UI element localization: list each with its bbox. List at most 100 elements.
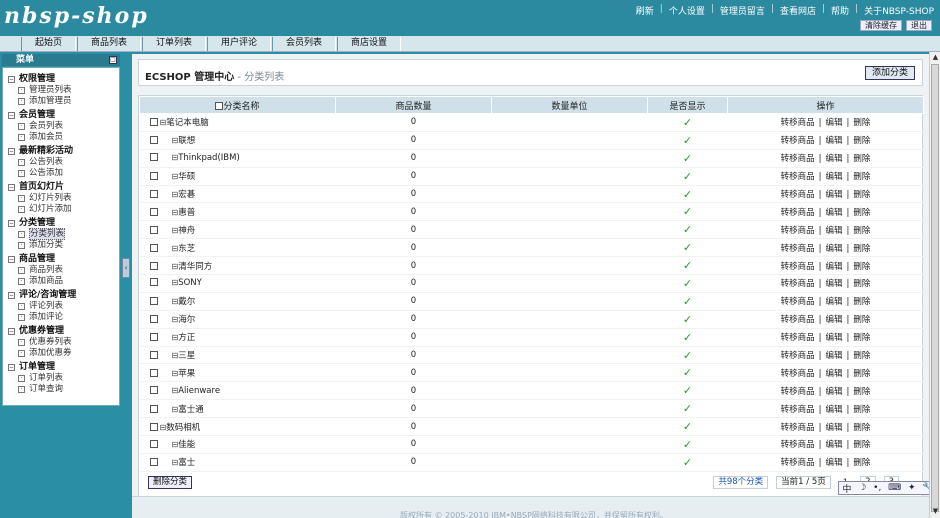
sidebar-group-title[interactable]: − 商品管理 <box>8 253 119 265</box>
row-checkbox[interactable] <box>149 422 158 431</box>
sidebar-group-title[interactable]: − 会员管理 <box>8 109 119 121</box>
sidebar-item[interactable]: · 订单查询 <box>8 384 119 395</box>
collapse-icon[interactable]: − <box>8 112 15 119</box>
edit-link[interactable]: 编辑 <box>825 351 842 361</box>
sidebar-item[interactable]: · 会员列表 <box>8 121 119 132</box>
move-goods-link[interactable]: 转移商品 <box>781 423 815 433</box>
collapse-icon[interactable]: − <box>8 328 15 335</box>
logout-button[interactable]: 退出 <box>906 20 932 31</box>
check-icon[interactable]: ✓ <box>683 331 692 344</box>
move-goods-link[interactable]: 转移商品 <box>781 297 815 307</box>
move-goods-link[interactable]: 转移商品 <box>781 190 815 200</box>
row-checkbox[interactable] <box>149 225 158 234</box>
row-checkbox[interactable] <box>149 118 158 127</box>
row-checkbox[interactable] <box>149 278 158 287</box>
delete-link[interactable]: 删除 <box>853 297 870 307</box>
move-goods-link[interactable]: 转移商品 <box>781 333 815 343</box>
move-goods-link[interactable]: 转移商品 <box>781 405 815 415</box>
sidebar-group-title[interactable]: − 首页幻灯片 <box>8 181 119 193</box>
sidebar-group-title[interactable]: − 订单管理 <box>8 361 119 373</box>
collapse-icon[interactable]: − <box>8 292 15 299</box>
edit-link[interactable]: 编辑 <box>825 387 842 397</box>
scroll-thumb[interactable] <box>931 64 939 512</box>
row-checkbox[interactable] <box>149 243 158 252</box>
personal-settings-link[interactable]: 个人设置 <box>669 4 705 17</box>
tab-start-page[interactable]: 起始页 <box>21 37 76 51</box>
check-icon[interactable]: ✓ <box>683 384 692 397</box>
about-link[interactable]: 关于NBSP-SHOP <box>864 4 934 17</box>
sidebar-collapse-handle[interactable]: ‹ <box>122 258 130 278</box>
tab-user-comments[interactable]: 用户评论 <box>207 37 271 51</box>
check-icon[interactable]: ✓ <box>683 420 692 433</box>
sidebar-item[interactable]: · 评论列表 <box>8 301 119 312</box>
sidebar-item[interactable]: · 添加分类 <box>8 240 119 251</box>
ime-moon-icon[interactable]: ☽ <box>858 483 866 493</box>
check-icon[interactable]: ✓ <box>683 205 692 218</box>
edit-link[interactable]: 编辑 <box>825 244 842 254</box>
check-icon[interactable]: ✓ <box>683 116 692 129</box>
delete-link[interactable]: 删除 <box>853 405 870 415</box>
move-goods-link[interactable]: 转移商品 <box>781 118 815 128</box>
sidebar-group-title[interactable]: − 权限管理 <box>8 73 119 85</box>
move-goods-link[interactable]: 转移商品 <box>781 458 815 468</box>
sidebar-item[interactable]: · 商品列表 <box>8 265 119 276</box>
edit-link[interactable]: 编辑 <box>825 154 842 164</box>
edit-link[interactable]: 编辑 <box>825 279 842 289</box>
row-checkbox[interactable] <box>149 458 158 467</box>
check-icon[interactable]: ✓ <box>683 223 692 236</box>
move-goods-link[interactable]: 转移商品 <box>781 262 815 272</box>
check-icon[interactable]: ✓ <box>683 134 692 147</box>
tab-goods-list[interactable]: 商品列表 <box>77 37 141 51</box>
ime-mode-icon[interactable]: 中 <box>842 482 851 495</box>
delete-link[interactable]: 删除 <box>853 351 870 361</box>
edit-link[interactable]: 编辑 <box>825 262 842 272</box>
check-icon[interactable]: ✓ <box>683 188 692 201</box>
edit-link[interactable]: 编辑 <box>825 440 842 450</box>
move-goods-link[interactable]: 转移商品 <box>781 172 815 182</box>
move-goods-link[interactable]: 转移商品 <box>781 154 815 164</box>
move-goods-link[interactable]: 转移商品 <box>781 279 815 289</box>
delete-link[interactable]: 删除 <box>853 333 870 343</box>
check-icon[interactable]: ✓ <box>683 152 692 165</box>
check-icon[interactable]: ✓ <box>683 366 692 379</box>
delete-link[interactable]: 删除 <box>853 440 870 450</box>
check-icon[interactable]: ✓ <box>683 170 692 183</box>
delete-link[interactable]: 删除 <box>853 136 870 146</box>
sidebar-group-title[interactable]: − 最新精彩活动 <box>8 145 119 157</box>
refresh-link[interactable]: 刷新 <box>636 4 654 17</box>
collapse-icon[interactable]: − <box>8 364 15 371</box>
check-icon[interactable]: ✓ <box>683 402 692 415</box>
row-checkbox[interactable] <box>149 333 158 342</box>
edit-link[interactable]: 编辑 <box>825 458 842 468</box>
sidebar-item[interactable]: · 幻灯片列表 <box>8 193 119 204</box>
row-checkbox[interactable] <box>149 297 158 306</box>
collapse-icon[interactable]: − <box>8 220 15 227</box>
row-checkbox[interactable] <box>149 315 158 324</box>
row-checkbox[interactable] <box>149 351 158 360</box>
move-goods-link[interactable]: 转移商品 <box>781 226 815 236</box>
row-checkbox[interactable] <box>149 153 158 162</box>
delete-link[interactable]: 删除 <box>853 458 870 468</box>
edit-link[interactable]: 编辑 <box>825 333 842 343</box>
sidebar-item[interactable]: · 添加商品 <box>8 276 119 287</box>
move-goods-link[interactable]: 转移商品 <box>781 315 815 325</box>
delete-link[interactable]: 删除 <box>853 262 870 272</box>
sidebar-group-title[interactable]: − 优惠券管理 <box>8 325 119 337</box>
sidebar-item[interactable]: · 添加管理员 <box>8 96 119 107</box>
row-checkbox[interactable] <box>149 172 158 181</box>
delete-link[interactable]: 删除 <box>853 423 870 433</box>
ime-skin-icon[interactable]: ✦ <box>908 483 916 493</box>
row-checkbox[interactable] <box>149 368 158 377</box>
delete-link[interactable]: 删除 <box>853 118 870 128</box>
sidebar-item[interactable]: · 公告添加 <box>8 168 119 179</box>
edit-link[interactable]: 编辑 <box>825 208 842 218</box>
delete-link[interactable]: 删除 <box>853 154 870 164</box>
collapse-icon[interactable]: − <box>8 148 15 155</box>
move-goods-link[interactable]: 转移商品 <box>781 136 815 146</box>
collapse-icon[interactable]: − <box>8 256 15 263</box>
check-icon[interactable]: ✓ <box>683 438 692 451</box>
sidebar-item[interactable]: · 添加优惠券 <box>8 348 119 359</box>
check-icon[interactable]: ✓ <box>683 259 692 272</box>
delete-link[interactable]: 删除 <box>853 315 870 325</box>
edit-link[interactable]: 编辑 <box>825 297 842 307</box>
